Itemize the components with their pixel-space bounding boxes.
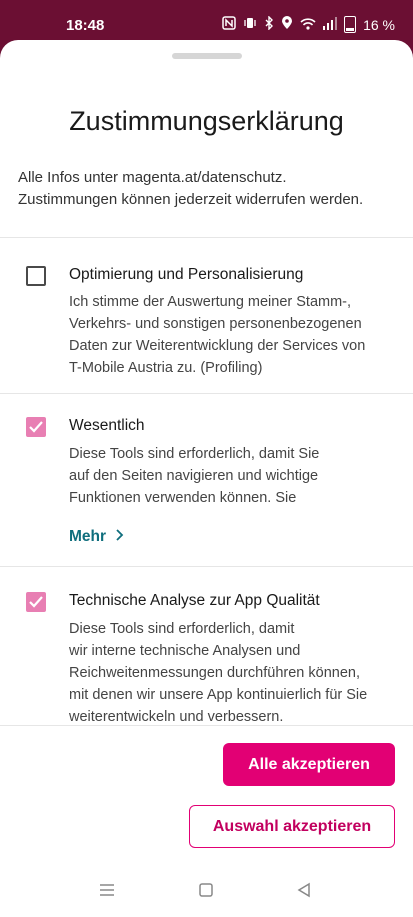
system-nav-bar bbox=[0, 870, 413, 917]
desc-line: Funktionen verwenden können. Sie bbox=[69, 490, 297, 506]
desc-line: Verkehrs- und sonstigen personenbezogene… bbox=[69, 316, 362, 332]
signal-icon bbox=[323, 16, 338, 33]
divider bbox=[0, 725, 413, 726]
item-description: Ich stimme der Auswertung meiner Stamm-,… bbox=[69, 291, 399, 379]
desc-line: Diese Tools sind erforderlich, damit Sie bbox=[69, 446, 320, 462]
desc-line: Diese Tools sind erforderlich, damit bbox=[69, 621, 295, 637]
dialog-title: Zustimmungserklärung bbox=[69, 106, 344, 136]
checkbox-optimierung[interactable] bbox=[26, 266, 46, 286]
back-icon[interactable] bbox=[296, 882, 312, 898]
divider bbox=[0, 566, 413, 567]
menu-icon[interactable] bbox=[98, 882, 116, 898]
checkbox-wesentlich[interactable] bbox=[26, 417, 46, 437]
location-icon bbox=[281, 16, 293, 33]
intro-text: Alle Infos unter magenta.at/datenschutz.… bbox=[18, 167, 398, 211]
battery-text: 16 % bbox=[363, 16, 395, 33]
more-link[interactable]: Mehr bbox=[69, 528, 124, 546]
home-icon[interactable] bbox=[198, 882, 214, 898]
status-time: 18:48 bbox=[66, 17, 105, 34]
bluetooth-icon bbox=[264, 15, 274, 33]
item-title: Optimierung und Personalisierung bbox=[69, 266, 304, 283]
desc-line: mit denen wir unsere App kontinuierlich … bbox=[69, 687, 368, 703]
desc-line: Ich stimme der Auswertung meiner Stamm-, bbox=[69, 294, 352, 310]
nfc-icon bbox=[222, 16, 236, 33]
divider bbox=[0, 237, 413, 238]
desc-line: auf den Seiten navigieren und wichtige bbox=[69, 468, 319, 484]
divider bbox=[0, 393, 413, 394]
intro-line-2: Zustimmungen können jederzeit widerrufen… bbox=[18, 191, 364, 208]
item-description: Diese Tools sind erforderlich, damit Sie… bbox=[69, 443, 399, 509]
item-description: Diese Tools sind erforderlich, damit wir… bbox=[69, 618, 399, 728]
check-icon bbox=[29, 421, 43, 433]
desc-line: Daten zur Weiterentwicklung der Services… bbox=[69, 338, 366, 354]
more-link-label: Mehr bbox=[69, 528, 107, 545]
item-title: Wesentlich bbox=[69, 417, 145, 434]
drag-handle[interactable] bbox=[172, 53, 242, 59]
battery-icon bbox=[344, 16, 357, 33]
wifi-icon bbox=[300, 17, 316, 33]
accept-selection-button[interactable]: Auswahl akzeptieren bbox=[189, 805, 395, 848]
check-icon bbox=[29, 596, 43, 608]
item-title: Technische Analyse zur App Qualität bbox=[69, 592, 320, 609]
desc-line: T-Mobile Austria zu. (Profiling) bbox=[69, 360, 263, 376]
status-icons: 16 % bbox=[222, 15, 395, 33]
desc-line: wir interne technische Analysen und bbox=[69, 643, 301, 659]
checkbox-technische-analyse[interactable] bbox=[26, 592, 46, 612]
consent-sheet: Zustimmungserklärung Alle Infos unter ma… bbox=[0, 40, 413, 917]
chevron-right-icon bbox=[116, 529, 124, 541]
accept-all-button[interactable]: Alle akzeptieren bbox=[223, 743, 395, 786]
desc-line: Reichweitenmessungen durchführen können, bbox=[69, 665, 360, 681]
intro-line-1: Alle Infos unter magenta.at/datenschutz. bbox=[18, 169, 287, 186]
vibrate-icon bbox=[243, 16, 257, 33]
